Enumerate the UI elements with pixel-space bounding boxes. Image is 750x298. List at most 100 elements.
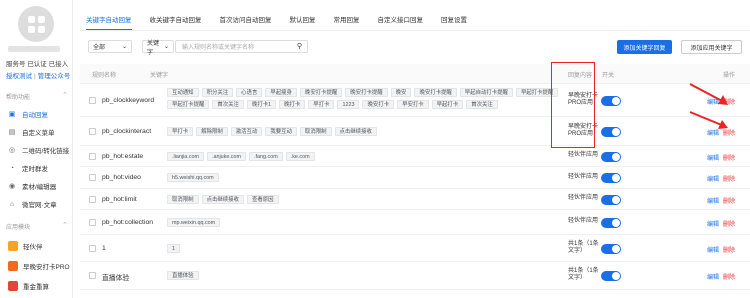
row-checkbox[interactable]	[89, 152, 96, 160]
chevron-down-icon: ⌄	[163, 44, 169, 50]
reply-line: 轻伙伴应用	[568, 152, 599, 158]
search-icon[interactable]: ⚲	[297, 42, 302, 50]
keyword-tag: .anjuke.com	[206, 151, 247, 161]
enable-toggle[interactable]	[601, 271, 621, 281]
add-app-keyword-button[interactable]: 添加应用关键字	[681, 40, 742, 54]
account-avatar[interactable]	[18, 6, 54, 42]
row-actions: 编辑 删除	[707, 174, 735, 183]
keyword-tag: 查看原因	[246, 194, 279, 204]
reply-content: 轻伙伴应用	[568, 174, 598, 181]
enable-toggle[interactable]	[601, 217, 621, 228]
edit-link[interactable]: 编辑	[707, 222, 719, 228]
delete-link[interactable]: 删除	[723, 248, 735, 254]
rule-name: pb_hot:collection	[102, 218, 154, 226]
row-actions: 编辑 删除	[707, 219, 735, 228]
enable-toggle[interactable]	[601, 243, 621, 254]
tab-received-reply[interactable]: 收关键字自动回复	[150, 8, 202, 30]
add-keyword-reply-button[interactable]: 添加关键字回复	[617, 40, 672, 54]
sidebar-item-custom-menu[interactable]: ▤ 自定义菜单	[0, 124, 72, 140]
row-checkbox[interactable]	[89, 272, 96, 279]
keyword-tag: 早起瘦身	[265, 88, 297, 97]
tab-common-reply[interactable]: 常用回复	[334, 8, 360, 30]
keyword-tag: 早安打卡	[397, 100, 429, 109]
keyword-tags: 互动通知 积分关注 心语言 早起瘦身 晚安打卡提醒 晚安打卡提醒 晚安 晚安打卡提醒 早起自动打…	[167, 88, 567, 109]
sidebar-item-scheduled[interactable]: ◔ 定时群发	[0, 160, 72, 176]
edit-link[interactable]: 编辑	[707, 248, 719, 254]
sidebar-item-material[interactable]: ◉ 素材/编辑器	[0, 178, 72, 194]
delete-link[interactable]: 删除	[723, 156, 735, 162]
tab-custom-api-reply[interactable]: 自定义接口回复	[378, 8, 424, 30]
scope-select[interactable]: 全部 ⌄	[88, 40, 132, 53]
enable-toggle[interactable]	[601, 194, 621, 205]
keyword-tag: 早打卡	[167, 126, 194, 136]
reply-line: 共1条（1条	[568, 240, 599, 247]
sidebar-item-qrcode[interactable]: ◎ 二维码/转化链接	[0, 142, 72, 158]
reply-tabs: 关键字自动回复 收关键字自动回复 首次访问自动回复 默认回复 常用回复 自定义接…	[86, 8, 485, 30]
col-switch: 开关	[602, 73, 615, 79]
manage-account-link[interactable]: 管理公众号	[38, 73, 71, 80]
edit-link[interactable]: 编辑	[707, 199, 719, 205]
sidebar-app-third[interactable]: 重金重算	[0, 278, 72, 294]
keyword-tag: 晚打卡1	[246, 100, 277, 109]
chevron-up-icon: ⌃	[62, 92, 68, 99]
reply-content: 轻伙伴应用	[568, 195, 598, 202]
annotation-arrow-icon	[689, 83, 728, 105]
keyword-tag: 点击继续接收	[201, 194, 244, 204]
chevron-up-icon: ⌃	[62, 222, 68, 229]
sidebar-item-site[interactable]: ⌂ 微官网·文章	[0, 196, 72, 212]
edit-link[interactable]: 编辑	[707, 275, 719, 281]
row-checkbox[interactable]	[89, 127, 96, 135]
keyword-tags: mp.weixin.qq.com	[167, 217, 567, 227]
field-select[interactable]: 关键字 ⌄	[142, 40, 174, 56]
keyword-tag: 积分关注	[201, 88, 234, 97]
row-checkbox[interactable]	[89, 174, 96, 181]
delete-link[interactable]: 删除	[723, 222, 735, 228]
highlight-box	[551, 62, 595, 148]
row-actions: 编辑 删除	[707, 272, 735, 281]
sidebar-item-auto-reply[interactable]: ▣ 自动回复	[0, 106, 72, 122]
row-checkbox[interactable]	[89, 244, 96, 252]
search-input[interactable]: 输入规则名称或关键字名称 ⚲	[175, 40, 308, 53]
keyword-tag: 解除限制	[196, 126, 228, 136]
enable-toggle[interactable]	[601, 126, 621, 137]
annotation-arrow-icon	[689, 111, 728, 129]
keyword-tag: 首次关注	[212, 100, 244, 109]
tab-keyword-reply[interactable]: 关键字自动回复	[86, 8, 132, 30]
keyword-tag: 晚安	[390, 88, 412, 97]
site-icon: ⌂	[9, 200, 15, 208]
delete-link[interactable]: 删除	[723, 199, 735, 205]
enable-toggle[interactable]	[601, 151, 621, 162]
sidebar: 服务号 已认证 已接入 授权测试 | 管理公众号 帮助功能 ⌃ ▣ 自动回复 ▤ 自定义菜…	[0, 0, 73, 298]
row-checkbox[interactable]	[89, 195, 96, 203]
tab-default-reply[interactable]: 默认回复	[290, 8, 316, 30]
switch-account-link[interactable]: 授权测试	[6, 73, 32, 80]
keyword-tag: .fang.com	[249, 151, 283, 161]
sidebar-app-qinghuoban[interactable]: 轻伙伴	[0, 238, 72, 254]
tab-first-visit-reply[interactable]: 首次访问自动回复	[220, 8, 272, 30]
row-checkbox[interactable]	[89, 218, 96, 226]
reply-line: 文字）	[568, 275, 587, 281]
app-window: 服务号 已认证 已接入 授权测试 | 管理公众号 帮助功能 ⌃ ▣ 自动回复 ▤ 自定义菜…	[0, 0, 750, 298]
enable-toggle[interactable]	[601, 95, 621, 106]
section-header-apps[interactable]: 应用模块 ⌃	[6, 222, 68, 231]
section-header-functions[interactable]: 帮助功能 ⌃	[6, 92, 68, 101]
enable-toggle[interactable]	[601, 173, 621, 183]
clock-icon: ◔	[9, 164, 15, 172]
table-row: pb_clockinteract 早打卡 解除限制 激活互动 我要互动 取消限制 点击继续接…	[80, 117, 750, 146]
rule-name: pb_hot:limit	[102, 195, 137, 203]
keyword-tag: 晚安打卡提醒	[345, 88, 388, 97]
delete-link[interactable]: 删除	[723, 177, 735, 183]
row-checkbox[interactable]	[89, 96, 96, 104]
reply-line: 轻伙伴应用	[568, 195, 599, 201]
edit-link[interactable]: 编辑	[707, 156, 719, 162]
rule-name: pb_hot:estate	[102, 152, 144, 160]
delete-link[interactable]: 删除	[723, 275, 735, 281]
keyword-tag: mp.weixin.qq.com	[167, 217, 221, 227]
edit-link[interactable]: 编辑	[707, 177, 719, 183]
table-row: 1 1 共1条（1条 文字） 编辑 删除	[80, 235, 750, 262]
sidebar-app-clock-pro[interactable]: 早晚安打卡PRO	[0, 258, 72, 274]
tab-reply-settings[interactable]: 回复设置	[441, 8, 467, 30]
keyword-tag: 直播体验	[167, 271, 199, 280]
table-row: pb_clockkeyword 互动通知 积分关注 心语言 早起瘦身 晚安打卡提醒 晚安打卡…	[80, 84, 750, 117]
keyword-tag: 早起打卡	[431, 100, 464, 109]
